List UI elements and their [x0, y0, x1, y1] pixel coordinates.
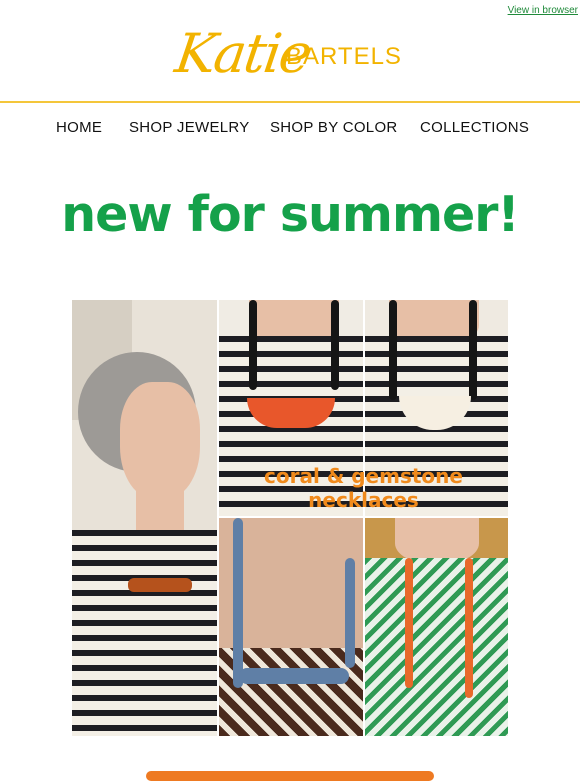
- collage-overlay-line-1: coral & gemstone: [264, 464, 463, 488]
- header-divider: [0, 101, 580, 103]
- collage-overlay-text: coral & gemstone necklaces: [219, 464, 508, 512]
- logo-brand-text: BARTELS: [286, 43, 402, 70]
- nav-item-collections[interactable]: COLLECTIONS: [420, 119, 529, 136]
- hero-headline: new for summer!: [61, 186, 520, 243]
- product-collage[interactable]: coral & gemstone necklaces: [72, 300, 508, 736]
- view-in-browser-link[interactable]: View in browser: [508, 5, 578, 16]
- nav-item-home[interactable]: HOME: [56, 119, 102, 136]
- topbar: View in browser: [508, 0, 578, 16]
- collage-overlay-line-2: necklaces: [308, 488, 419, 512]
- shop-now-button[interactable]: [146, 771, 434, 781]
- collage-photo-blue-bead-necklace[interactable]: [219, 518, 363, 736]
- collage-photo-orange-blue-necklace[interactable]: [365, 518, 508, 736]
- nav-item-shop-by-color[interactable]: SHOP BY COLOR: [270, 119, 398, 136]
- brand-logo[interactable]: Katie BARTELS: [0, 22, 580, 102]
- nav-item-shop-jewelry[interactable]: SHOP JEWELRY: [129, 119, 250, 136]
- collage-photo-model-portrait[interactable]: [72, 300, 217, 736]
